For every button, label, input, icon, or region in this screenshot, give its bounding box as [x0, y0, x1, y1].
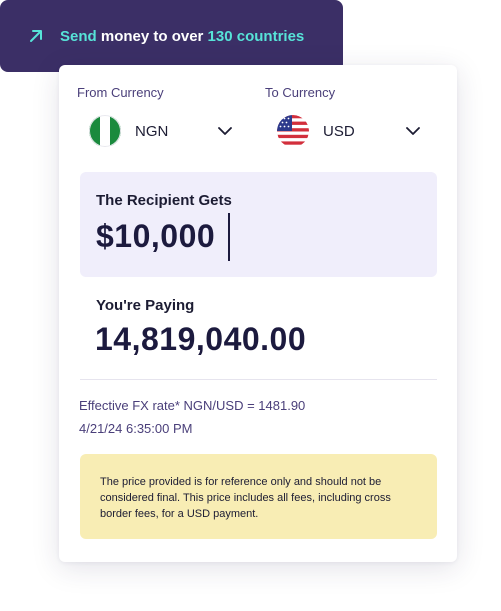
usa-flag-icon [277, 115, 309, 147]
to-currency-code: USD [323, 122, 355, 140]
fx-rate-text: Effective FX rate* NGN/USD = 1481.90 [79, 398, 306, 413]
paying-amount-value: 14,819,040.00 [95, 321, 307, 357]
banner-send: Send [60, 28, 97, 45]
arrow-up-right-icon [30, 30, 42, 42]
divider [80, 379, 437, 380]
banner-countries: 130 countries [207, 28, 305, 45]
paying-label: You're Paying [96, 297, 195, 314]
banner-text: Send money to over 130 countries [60, 28, 304, 45]
to-currency-label: To Currency [265, 85, 336, 100]
to-currency-select[interactable]: USD [277, 113, 427, 149]
rate-timestamp: 4/21/24 6:35:00 PM [79, 421, 193, 436]
from-currency-code: NGN [135, 122, 169, 140]
chevron-down-icon[interactable] [405, 123, 421, 139]
recipient-amount-value[interactable]: $10,000 [96, 218, 215, 255]
nigeria-flag-icon [89, 115, 121, 147]
price-notice: The price provided is for reference only… [80, 454, 437, 539]
text-cursor [228, 213, 230, 261]
promo-banner: Send money to over 130 countries [0, 0, 343, 72]
recipient-gets-label: The Recipient Gets [96, 192, 232, 209]
price-notice-text: The price provided is for reference only… [100, 476, 391, 520]
from-currency-label: From Currency [77, 85, 164, 100]
converter-card: From Currency To Currency NGN USD The Re… [59, 65, 457, 562]
chevron-down-icon[interactable] [217, 123, 233, 139]
banner-middle: money to over [96, 28, 208, 45]
from-currency-select[interactable]: NGN [89, 113, 239, 149]
recipient-amount-field[interactable]: The Recipient Gets $10,000 [80, 172, 437, 277]
